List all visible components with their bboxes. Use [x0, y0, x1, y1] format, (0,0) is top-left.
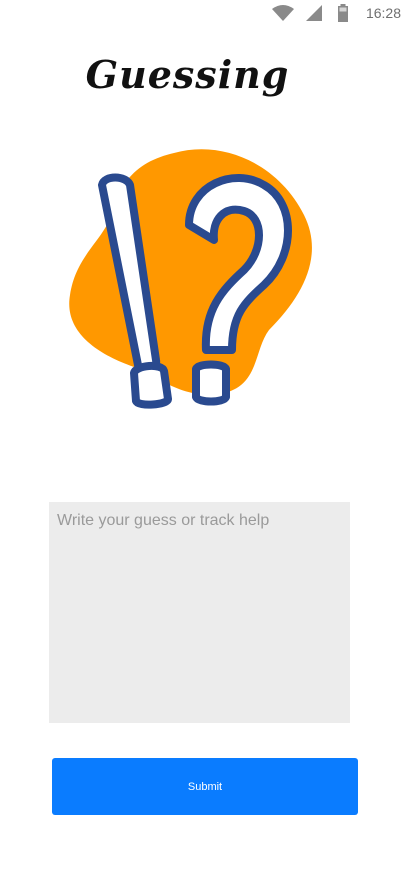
cell-signal-icon [305, 4, 323, 27]
submit-button[interactable]: Submit [52, 758, 358, 815]
battery-icon [337, 4, 349, 27]
wifi-icon [271, 4, 295, 27]
exclamation-question-illustration [64, 145, 316, 410]
exclamation-dot-shape [130, 362, 172, 409]
question-dot-shape [192, 360, 230, 406]
page-title: Guessing [85, 52, 290, 97]
status-bar: 16:28 [0, 0, 411, 28]
guess-input[interactable] [49, 502, 350, 723]
status-time: 16:28 [365, 5, 401, 21]
guessing-screen: 16:28 Guessing Submit [0, 0, 411, 869]
